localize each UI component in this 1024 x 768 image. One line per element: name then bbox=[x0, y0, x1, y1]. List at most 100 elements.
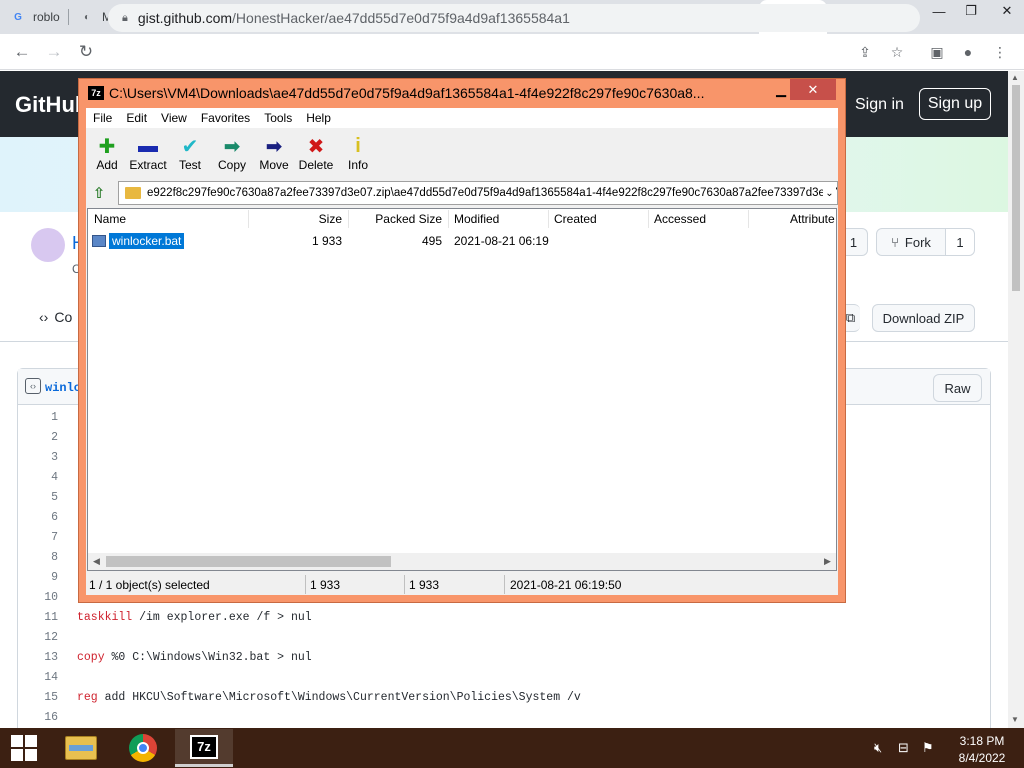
column-header-created[interactable]: Created bbox=[554, 209, 644, 229]
line-number[interactable]: 12 bbox=[18, 631, 58, 644]
info-button[interactable]: i Info bbox=[336, 134, 380, 176]
add-button[interactable]: ✚ Add bbox=[85, 134, 129, 176]
scroll-right-icon[interactable]: ▶ bbox=[819, 553, 836, 570]
copy-button[interactable]: ➡ Copy bbox=[210, 134, 254, 176]
sevenzip-hscrollbar[interactable]: ◀ ▶ bbox=[88, 553, 836, 570]
raw-button[interactable]: Raw bbox=[933, 374, 982, 402]
line-number[interactable]: 10 bbox=[18, 591, 58, 604]
code-keyword: copy bbox=[77, 651, 105, 664]
line-number[interactable]: 4 bbox=[18, 471, 58, 484]
code-text: /im explorer.exe /f > nul bbox=[132, 611, 312, 624]
column-separator[interactable] bbox=[348, 210, 349, 228]
column-separator[interactable] bbox=[448, 210, 449, 228]
status-size: 1 933 bbox=[310, 578, 341, 592]
sevenzip-minimize-icon[interactable]: ▁ bbox=[771, 80, 791, 100]
line-number[interactable]: 5 bbox=[18, 491, 58, 504]
volume-muted-icon[interactable]: 🔇︎ bbox=[874, 740, 882, 756]
column-separator[interactable] bbox=[648, 210, 649, 228]
line-number[interactable]: 8 bbox=[18, 551, 58, 564]
chrome-taskbar[interactable] bbox=[114, 729, 172, 767]
column-header-modified[interactable]: Modified bbox=[454, 209, 544, 229]
code-line: 4 bbox=[18, 471, 77, 491]
sevenzip-taskbar[interactable]: 7z bbox=[175, 729, 233, 767]
notification-flag-icon[interactable]: ⚑ bbox=[922, 740, 934, 756]
start-button[interactable] bbox=[0, 728, 48, 768]
page-scrollbar-thumb[interactable] bbox=[1012, 85, 1020, 291]
forward-icon[interactable]: → bbox=[38, 36, 70, 68]
sevenzip-file-list bbox=[87, 208, 837, 571]
file-name[interactable]: winlo bbox=[45, 381, 81, 395]
column-header-attribute[interactable]: Attribute bbox=[790, 209, 838, 229]
address-bar[interactable]: 🔒︎ gist.github.com/HonestHacker/ae47dd55… bbox=[108, 4, 920, 32]
line-number[interactable]: 15 bbox=[18, 691, 58, 704]
test-icon: ✔ bbox=[181, 135, 199, 158]
close-window-icon[interactable]: ✕ bbox=[990, 0, 1024, 22]
line-number[interactable]: 2 bbox=[18, 431, 58, 444]
sevenzip-close-button[interactable]: ✕ bbox=[790, 79, 836, 100]
fork-button[interactable]: ⑂ Fork bbox=[876, 228, 946, 256]
column-separator[interactable] bbox=[248, 210, 249, 228]
line-number[interactable]: 1 bbox=[18, 411, 58, 424]
file-code-icon: ‹› bbox=[25, 378, 41, 394]
column-header-packed-size[interactable]: Packed Size bbox=[360, 209, 442, 229]
menu-help[interactable]: Help bbox=[299, 111, 338, 125]
column-header-name[interactable]: Name bbox=[94, 209, 244, 229]
sign-up-button[interactable]: Sign up bbox=[919, 88, 991, 120]
side-panel-icon[interactable]: ▣ bbox=[927, 42, 947, 62]
minimize-icon[interactable]: — bbox=[922, 0, 956, 22]
extract-button[interactable]: ▬ Extract bbox=[126, 134, 170, 176]
bookmark-star-icon[interactable]: ☆ bbox=[887, 42, 907, 62]
line-number[interactable]: 6 bbox=[18, 511, 58, 524]
menu-kebab-icon[interactable]: ⋮ bbox=[990, 42, 1010, 62]
test-button[interactable]: ✔ Test bbox=[168, 134, 212, 176]
column-separator[interactable] bbox=[548, 210, 549, 228]
column-separator[interactable] bbox=[748, 210, 749, 228]
sign-in-link[interactable]: Sign in bbox=[855, 96, 904, 114]
network-icon[interactable]: ⊟ bbox=[898, 740, 909, 756]
page-scrollbar[interactable] bbox=[1008, 71, 1024, 728]
line-number[interactable]: 14 bbox=[18, 671, 58, 684]
scroll-up-arrow-icon[interactable]: ▲ bbox=[1011, 73, 1019, 82]
delete-button[interactable]: ✖ Delete bbox=[294, 134, 338, 176]
code-line: 1 bbox=[18, 411, 77, 431]
menu-edit[interactable]: Edit bbox=[119, 111, 154, 125]
chrome-icon bbox=[129, 734, 157, 762]
avatar[interactable] bbox=[31, 228, 65, 262]
scroll-left-icon[interactable]: ◀ bbox=[88, 553, 105, 570]
scroll-down-arrow-icon[interactable]: ▼ bbox=[1011, 715, 1019, 724]
menu-tools[interactable]: Tools bbox=[257, 111, 299, 125]
folder-up-icon[interactable]: ⇧ bbox=[90, 184, 108, 202]
line-number[interactable]: 16 bbox=[18, 711, 58, 724]
line-number[interactable]: 9 bbox=[18, 571, 58, 584]
sevenzip-address-bar[interactable]: e922f8c297fe90c7630a87a2fee73397d3e07.zi… bbox=[118, 181, 838, 205]
profile-icon[interactable]: ● bbox=[958, 42, 978, 62]
restore-icon[interactable]: ❐ bbox=[954, 0, 988, 22]
file-row-selected[interactable]: winlocker.bat bbox=[92, 233, 185, 249]
code-line: 14 bbox=[18, 671, 77, 691]
tab-code[interactable]: ‹› Co bbox=[39, 309, 72, 325]
menu-view[interactable]: View bbox=[154, 111, 194, 125]
url-path: /HonestHacker/ae47dd55d7e0d75f9a4d9af136… bbox=[232, 10, 570, 26]
menu-favorites[interactable]: Favorites bbox=[194, 111, 257, 125]
share-icon[interactable]: ⇪ bbox=[855, 42, 875, 62]
line-number[interactable]: 7 bbox=[18, 531, 58, 544]
reload-icon[interactable]: ↻ bbox=[70, 36, 102, 68]
column-header-accessed[interactable]: Accessed bbox=[654, 209, 744, 229]
line-number[interactable]: 3 bbox=[18, 451, 58, 464]
line-number[interactable]: 11 bbox=[18, 611, 58, 624]
taskbar-clock[interactable]: 3:18 PM 8/4/2022 bbox=[942, 733, 1022, 767]
line-number[interactable]: 13 bbox=[18, 651, 58, 664]
menu-file[interactable]: File bbox=[86, 111, 119, 125]
download-zip-button[interactable]: Download ZIP bbox=[872, 304, 975, 332]
move-button[interactable]: ➡ Move bbox=[252, 134, 296, 176]
fork-count[interactable]: 1 bbox=[945, 228, 975, 256]
toolbar-label: Info bbox=[347, 158, 368, 172]
address-dropdown-icon[interactable]: ⌄ bbox=[823, 185, 836, 201]
move-icon: ➡ bbox=[265, 135, 283, 158]
file-explorer-taskbar[interactable] bbox=[52, 729, 110, 767]
hscroll-thumb[interactable] bbox=[106, 556, 391, 567]
browser-tab[interactable]: Groblo bbox=[0, 0, 69, 34]
back-icon[interactable]: ← bbox=[6, 36, 38, 68]
code-line: 15 reg add HKCU\Software\Microsoft\Window… bbox=[18, 691, 581, 711]
column-header-size[interactable]: Size bbox=[290, 209, 342, 229]
